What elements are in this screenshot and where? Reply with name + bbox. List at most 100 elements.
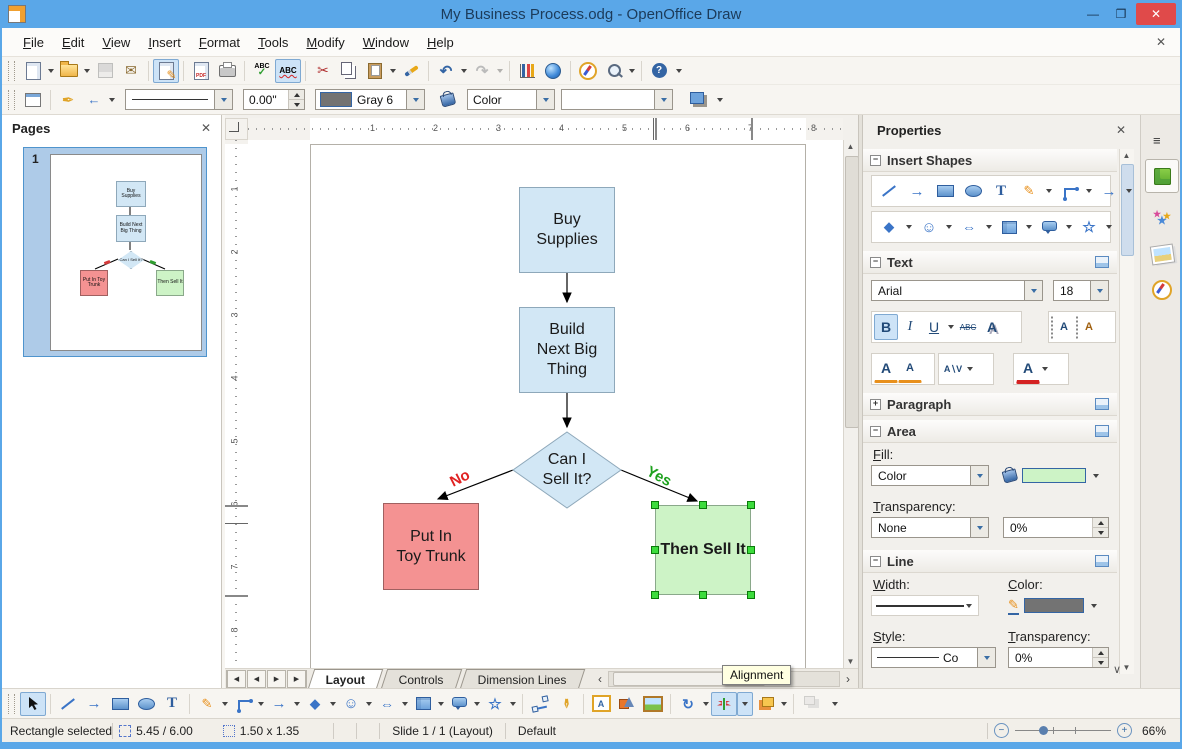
hyperlink-button[interactable] [540,59,566,83]
star-dropdown-icon[interactable] [1106,225,1112,229]
insert-connector-button[interactable] [1056,179,1082,203]
print-button[interactable] [214,59,240,83]
italic-button[interactable]: I [898,314,922,340]
drawing-canvas[interactable]: Buy Supplies Build Next Big Thing Can I … [248,140,843,668]
menu-format[interactable]: Format [190,31,249,54]
close-button[interactable]: ✕ [1136,3,1176,25]
character-spacing-button[interactable]: A∖V [941,356,965,382]
connector-tool-button[interactable] [230,692,256,716]
flowchart-dropdown-icon[interactable] [1026,225,1032,229]
line-tool-button[interactable] [55,692,81,716]
insert-lines-arrows-button[interactable]: → [1096,179,1122,203]
styles-button[interactable] [20,88,46,112]
copy-button[interactable] [336,59,362,83]
font-color-button[interactable]: A [1016,355,1040,384]
line-style-select[interactable]: Co [871,647,996,668]
toolbar-overflow-icon[interactable] [832,701,838,706]
toolbar-grip[interactable] [8,89,15,110]
properties-scrollbar[interactable]: ▲ ▼ [1119,149,1134,674]
flowchart-node-build-next-big-thing[interactable]: Build Next Big Thing [519,307,615,393]
menu-file[interactable]: File [14,31,53,54]
flowchart-node-can-i-sell-it[interactable]: Can I Sell It? [525,448,609,492]
cut-button[interactable]: ✂ [310,59,336,83]
star-shapes-button[interactable]: ☆ [482,692,508,716]
next-layer-icon[interactable]: ▶ [267,670,286,688]
basic-shapes-dropdown-icon[interactable] [906,225,912,229]
basic-shapes-button[interactable]: ◆ [302,692,328,716]
line-color-swatch[interactable] [1023,598,1084,613]
zoom-slider[interactable] [1014,724,1111,737]
tab-dimension-lines[interactable]: Dimension Lines [459,669,585,689]
zoom-dropdown-icon[interactable] [629,68,635,73]
export-pdf-button[interactable]: PDF [188,59,214,83]
tab-layout[interactable]: Layout [307,669,384,689]
previous-layer-icon[interactable]: ◀ [247,670,266,688]
block-arrows-button[interactable]: ⇔ [374,692,400,716]
arrow-tool-button[interactable]: → [81,692,107,716]
line-color-dropdown-icon[interactable] [1090,603,1097,608]
strikethrough-button[interactable]: ABC [956,314,980,340]
star-dropdown-icon[interactable] [510,701,516,706]
first-layer-icon[interactable]: ◀ [226,670,246,688]
line-style-dropdown[interactable] [214,90,232,109]
help-button[interactable]: ? [646,59,672,83]
text-dialog-launcher-icon[interactable] [1095,256,1109,268]
callout-shapes-button[interactable] [446,692,472,716]
line-section-header[interactable]: − Line [863,550,1117,573]
menu-help[interactable]: Help [418,31,463,54]
transparency-up[interactable] [1093,518,1108,528]
callout-dropdown-icon[interactable] [1066,225,1072,229]
basic-shapes-dropdown-icon[interactable] [330,701,336,706]
connector-dropdown-icon[interactable] [1086,189,1092,193]
email-button[interactable]: ✉ [118,59,144,83]
increase-spacing-button[interactable]: A [1051,314,1076,340]
curve-tool-button[interactable]: ✎ [194,692,220,716]
line-dialog-launcher-icon[interactable] [1095,555,1109,567]
hscroll-right-icon[interactable]: › [846,672,850,686]
insert-curve-button[interactable]: ✎ [1016,179,1042,203]
arrange-dropdown-icon[interactable] [781,701,787,706]
collapse-icon[interactable]: − [870,154,881,166]
sidebar-tab-properties[interactable] [1145,159,1179,193]
flowchart-shapes-button[interactable] [410,692,436,716]
area-fill-type-dropdown[interactable] [536,90,554,109]
symbol-shapes-dropdown-icon[interactable] [366,701,372,706]
symbol-shapes-dropdown-icon[interactable] [946,225,952,229]
line-width-dropdown-icon[interactable] [966,603,972,608]
line-color-select[interactable]: Gray 6 [315,89,425,110]
toolbar-grip[interactable] [8,693,15,714]
fill-color-swatch[interactable] [1022,468,1086,483]
selection-handle-se[interactable] [747,591,755,599]
close-document-icon[interactable]: ✕ [1156,35,1166,49]
zoom-out-button[interactable]: − [993,723,1009,738]
selection-handle-w[interactable] [651,546,659,554]
symbol-shapes-button[interactable]: ☺ [338,692,364,716]
decrease-spacing-button[interactable]: A [1076,314,1101,340]
area-section-header[interactable]: − Area [863,420,1117,443]
canvas-vertical-scrollbar[interactable]: ▲ ▼ [843,140,859,668]
autospellcheck-button[interactable]: ABC [275,58,301,83]
zoom-slider-thumb[interactable] [1038,726,1048,735]
selection-handle-sw[interactable] [651,591,659,599]
selection-handle-n[interactable] [699,501,707,509]
spellcheck-button[interactable]: ABC ✓ [249,59,275,83]
alignment-dropdown-button[interactable] [737,691,753,716]
line-transparency-spinner[interactable]: 0% [1008,647,1109,668]
expand-icon[interactable]: + [870,398,881,410]
open-dropdown-icon[interactable] [84,68,90,73]
line-style-dropdown[interactable] [977,648,995,667]
fill-color-control[interactable] [1001,465,1101,486]
selection-handle-s[interactable] [699,591,707,599]
font-size-select[interactable]: 18 [1053,280,1109,301]
fontwork-button[interactable]: A [588,692,614,716]
page-style[interactable]: Default [518,724,556,738]
collapse-icon[interactable]: − [870,425,881,437]
zoom-button[interactable] [601,59,627,83]
insert-chart-button[interactable] [514,59,540,83]
sidebar-tab-gallery[interactable]: ★ ★ ★ [1145,201,1179,235]
flowchart-node-buy-supplies[interactable]: Buy Supplies [519,187,615,273]
paragraph-dialog-launcher-icon[interactable] [1095,398,1109,410]
vertical-scroll-thumb[interactable] [845,156,859,428]
page-thumbnail[interactable]: 1 Buy Supplies Build Next Big Thing Can … [23,147,207,357]
area-fill-type-select[interactable]: Color [467,89,555,110]
